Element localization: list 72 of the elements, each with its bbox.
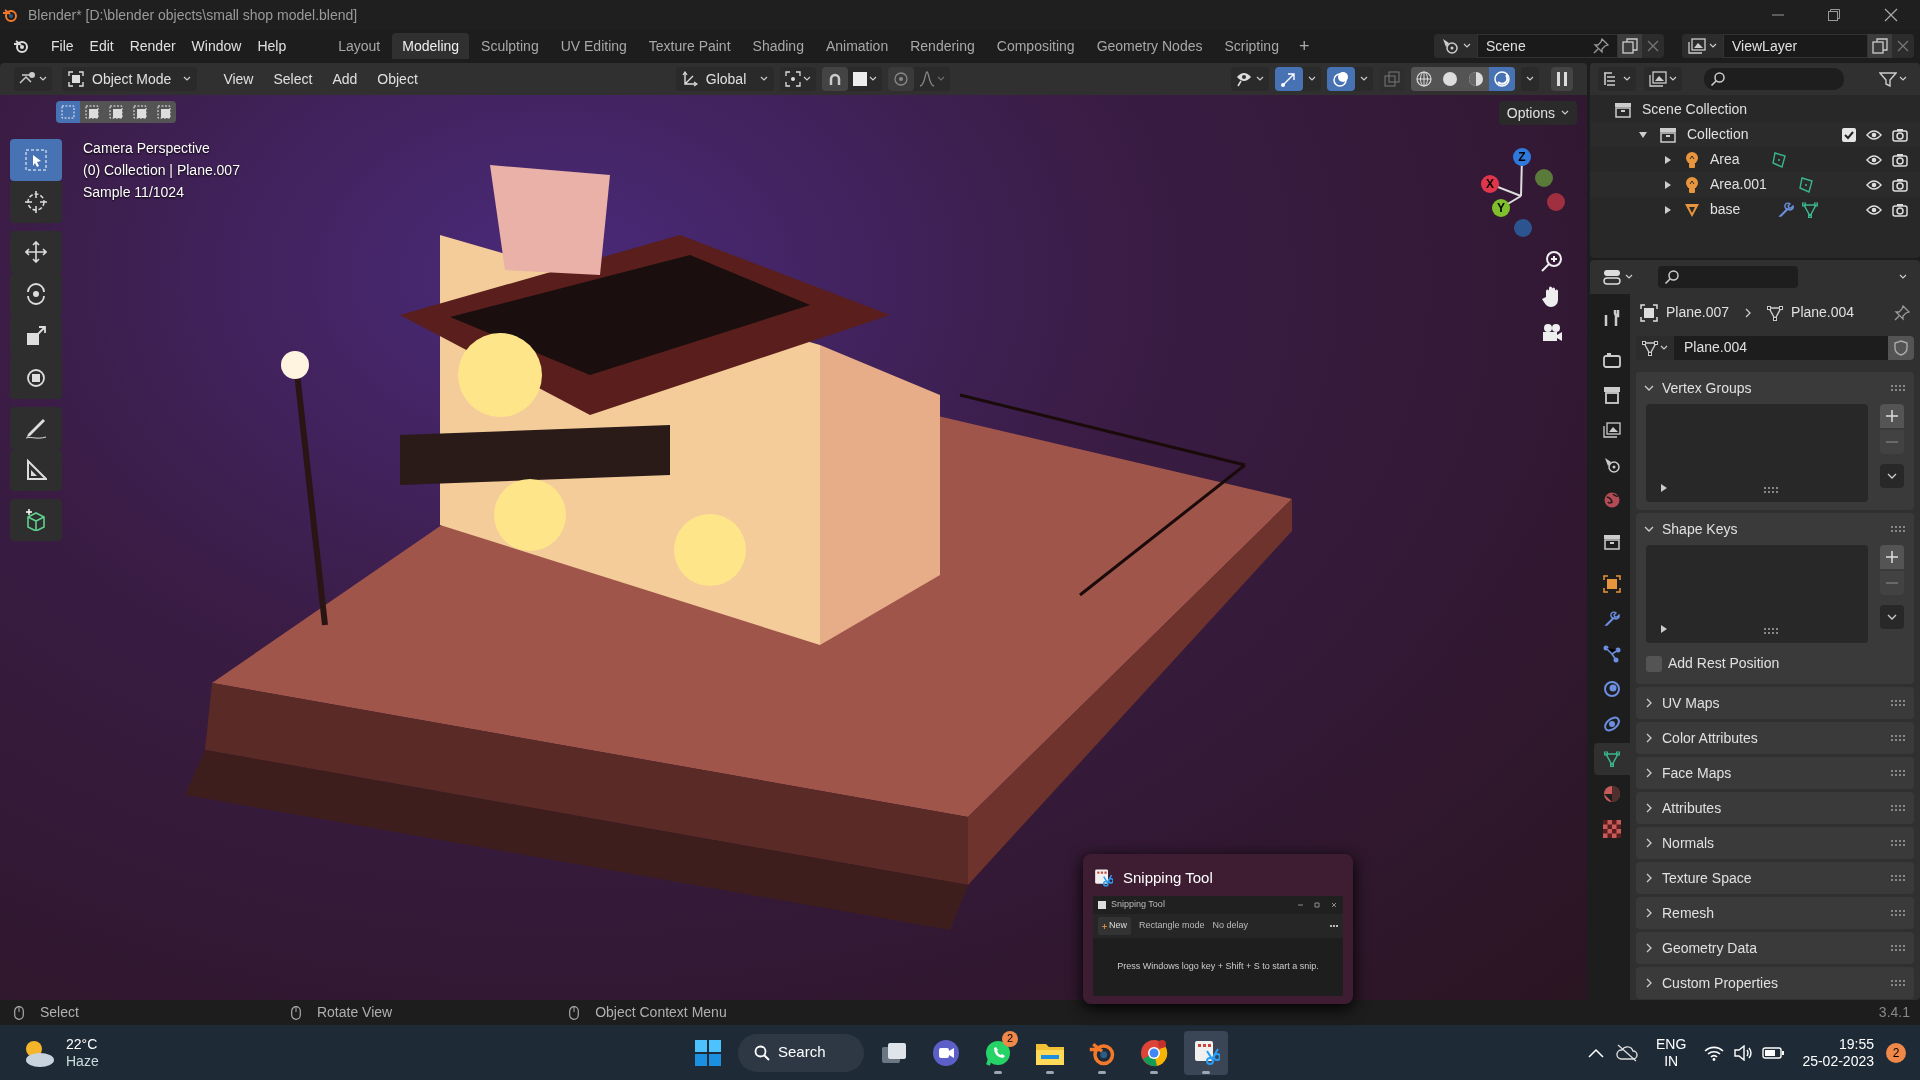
- panel-header[interactable]: Texture Space: [1662, 867, 1752, 889]
- version-text: 3.4.1: [1878, 1003, 1911, 1022]
- temperature-text: 22°C: [66, 1035, 99, 1053]
- checkbox-label[interactable]: Add Rest Position: [1668, 653, 1780, 674]
- workspace-tab[interactable]: Sculpting: [471, 33, 549, 59]
- axis-handle[interactable]: Z: [1513, 148, 1531, 166]
- viewport-info-text: Sample 11/1024: [83, 183, 185, 202]
- mode-dropdown[interactable]: Object Mode: [62, 67, 198, 91]
- panel-header[interactable]: UV Maps: [1662, 692, 1720, 714]
- menu-item[interactable]: File: [43, 35, 82, 57]
- mode-label: Rectangle mode: [1139, 919, 1205, 933]
- axis-handle[interactable]: Y: [1492, 199, 1510, 217]
- chat-app-button[interactable]: 2: [976, 1030, 1020, 1075]
- name-field[interactable]: Plane.004: [1674, 335, 1888, 360]
- preview-title: Snipping Tool: [1123, 867, 1213, 888]
- menu-item[interactable]: Window: [183, 35, 250, 57]
- status-hint: Select: [40, 1003, 79, 1022]
- panel-header[interactable]: Shape Keys: [1662, 518, 1738, 540]
- panel-header[interactable]: Color Attributes: [1662, 727, 1758, 749]
- panel-header[interactable]: Vertex Groups: [1662, 377, 1752, 399]
- menu-item[interactable]: Edit: [81, 35, 122, 57]
- panel-header[interactable]: Geometry Data: [1662, 937, 1757, 959]
- workspace-tab[interactable]: Modeling: [392, 33, 470, 59]
- name-field[interactable]: ViewLayer: [1723, 34, 1868, 58]
- workspace-tab[interactable]: Rendering: [900, 33, 985, 59]
- delay-label: No delay: [1212, 919, 1249, 933]
- workspace-tab[interactable]: Compositing: [986, 33, 1085, 59]
- region-text[interactable]: IN: [1664, 1052, 1679, 1070]
- outliner-item[interactable]: Area.001: [1710, 174, 1767, 195]
- language-text[interactable]: ENG: [1656, 1035, 1687, 1053]
- outliner-item[interactable]: Scene Collection: [1642, 99, 1748, 120]
- panel-header[interactable]: Remesh: [1662, 902, 1715, 924]
- window-title: Blender* [D:\blender objects\small shop model.blend]: [28, 5, 358, 25]
- breadcrumb-item[interactable]: Plane.007: [1666, 302, 1730, 324]
- name-field[interactable]: Scene: [1477, 34, 1618, 58]
- weather-condition-text: Haze: [66, 1052, 99, 1070]
- panel-header[interactable]: Attributes: [1662, 797, 1722, 819]
- thumbnail-window-title: Snipping Tool: [1111, 898, 1165, 912]
- outliner-item[interactable]: Collection: [1687, 124, 1749, 145]
- panel-header[interactable]: Face Maps: [1662, 762, 1732, 784]
- menu-item[interactable]: Select: [263, 68, 323, 90]
- search-button[interactable]: Search: [738, 1033, 864, 1072]
- menu-item[interactable]: Render: [121, 35, 184, 57]
- menu-item[interactable]: Help: [249, 35, 295, 57]
- menu-item[interactable]: Add: [322, 68, 368, 90]
- outliner-item[interactable]: Area: [1710, 149, 1740, 170]
- menu-item[interactable]: Object: [367, 68, 428, 90]
- notification-count[interactable]: 2: [1886, 1042, 1906, 1063]
- status-hint: Object Context Menu: [595, 1003, 727, 1022]
- clock-date[interactable]: 25-02-2023: [1802, 1052, 1874, 1070]
- status-hint: Rotate View: [316, 1003, 393, 1022]
- workspace-tab[interactable]: UV Editing: [550, 33, 637, 59]
- clock-time[interactable]: 19:55: [1838, 1035, 1874, 1053]
- workspace-tab[interactable]: Scripting: [1214, 33, 1289, 59]
- notification-badge: 2: [1002, 1030, 1018, 1047]
- breadcrumb-item[interactable]: Plane.004: [1791, 302, 1855, 324]
- panel-header[interactable]: Normals: [1662, 832, 1715, 854]
- workspace-tab[interactable]: Layout: [328, 33, 391, 59]
- add-workspace-button[interactable]: +: [1290, 32, 1318, 60]
- options-dropdown[interactable]: Options: [1498, 101, 1577, 125]
- panel-header[interactable]: Custom Properties: [1662, 972, 1778, 994]
- orientation-dropdown[interactable]: Global: [675, 67, 775, 91]
- thumbnail-hint-text: Press Windows logo key + Shift + S to start a snip.: [1117, 960, 1319, 974]
- outliner-item[interactable]: base: [1710, 199, 1741, 220]
- workspace-tab[interactable]: Animation: [815, 33, 899, 59]
- axis-handle[interactable]: X: [1481, 175, 1499, 193]
- viewport-info-text: (0) Collection | Plane.007: [83, 161, 240, 180]
- workspace-tab[interactable]: Shading: [742, 33, 814, 59]
- workspace-tab[interactable]: Texture Paint: [638, 33, 741, 59]
- menu-item[interactable]: View: [213, 68, 264, 90]
- viewport-info-text: Camera Perspective: [83, 139, 211, 158]
- workspace-tab[interactable]: Geometry Nodes: [1086, 33, 1213, 59]
